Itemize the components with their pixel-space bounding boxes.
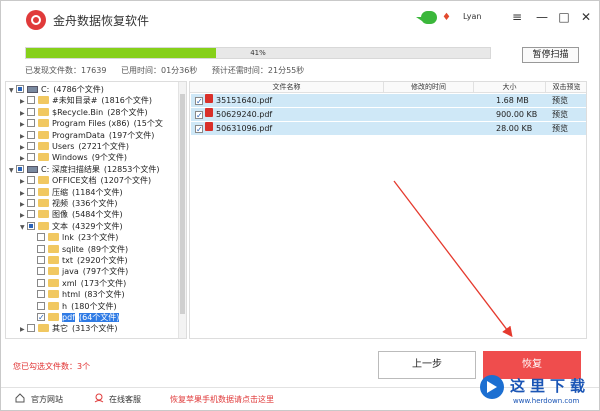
- watermark: 这里下载 www.herdown.com: [477, 365, 599, 410]
- home-icon: [15, 393, 25, 403]
- customer-service-icon: [94, 393, 104, 403]
- watermark-text: 这里下载: [510, 377, 591, 395]
- previous-step-button[interactable]: 上一步: [378, 351, 476, 379]
- iphone-recovery-promo-link[interactable]: 恢复苹果手机数据请点击这里: [170, 394, 274, 405]
- watermark-logo-icon: [480, 375, 504, 399]
- online-support-link[interactable]: 在线客服: [109, 394, 141, 405]
- watermark-url: www.herdown.com: [513, 397, 580, 405]
- official-website-link[interactable]: 官方网站: [31, 394, 63, 405]
- annotation-arrow: [393, 180, 513, 338]
- app-window: 金舟数据恢复软件 ♦ Lyan ≡ — □ ✕ 41% 暂停扫描 已发现文件数：…: [0, 0, 600, 411]
- selected-file-count: 您已勾选文件数：3个: [13, 362, 91, 371]
